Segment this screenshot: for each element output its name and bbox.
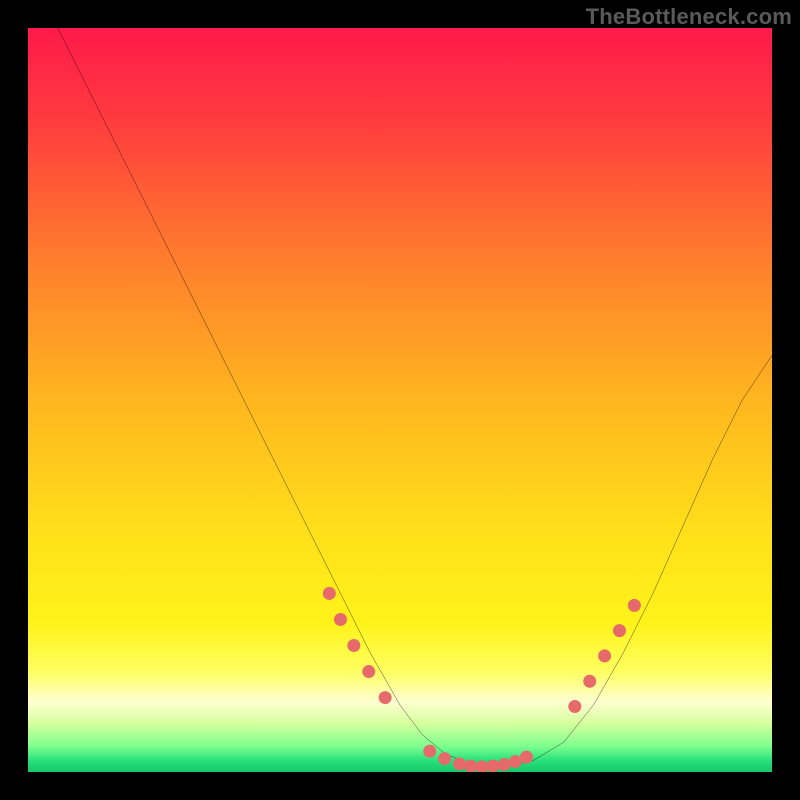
marker-dot (347, 639, 360, 652)
marker-dot (423, 745, 436, 758)
marker-dot (475, 760, 488, 772)
curve-line (58, 28, 772, 767)
marker-dot (453, 757, 466, 770)
marker-dot (379, 691, 392, 704)
marker-dot (438, 752, 451, 765)
chart-svg (28, 28, 772, 772)
marker-dot (498, 758, 511, 771)
marker-dot (464, 760, 477, 772)
watermark-text: TheBottleneck.com (586, 4, 792, 30)
marker-dot (509, 755, 522, 768)
marker-dot (613, 624, 626, 637)
marker-dot (583, 675, 596, 688)
curve-markers (323, 587, 641, 772)
plot-area (28, 28, 772, 772)
marker-dot (486, 760, 499, 772)
marker-dot (568, 700, 581, 713)
outer-frame: TheBottleneck.com (0, 0, 800, 800)
marker-dot (334, 613, 347, 626)
marker-dot (362, 665, 375, 678)
marker-dot (628, 599, 641, 612)
marker-dot (323, 587, 336, 600)
marker-dot (520, 751, 533, 764)
marker-dot (598, 649, 611, 662)
